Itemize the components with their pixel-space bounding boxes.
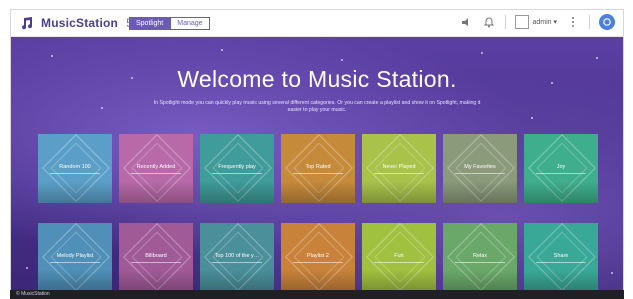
toolbar-divider-2 — [589, 15, 590, 29]
tile-shade — [524, 270, 598, 291]
tile-underline — [293, 173, 343, 174]
tile-underline — [212, 262, 262, 263]
tile-underline — [131, 173, 181, 174]
tile-underline — [293, 262, 343, 263]
tile-underline — [131, 262, 181, 263]
tile-label: Top Rated — [305, 164, 331, 170]
tile-underline — [50, 173, 100, 174]
tile-shade — [281, 270, 355, 291]
tile-shade — [362, 181, 436, 203]
tile-melody-playlist[interactable]: Melody Playlist — [38, 223, 112, 291]
tile-label: Relax — [472, 253, 488, 259]
circle-menu-icon[interactable] — [599, 14, 615, 30]
tile-playlist-2[interactable]: Playlist 2 — [281, 223, 355, 291]
tile-label: Fun — [394, 253, 404, 259]
tile-label: Recently Added — [136, 164, 176, 170]
user-box-icon — [515, 15, 530, 29]
tile-label: Joy — [556, 164, 566, 170]
tile-never-played[interactable]: Never Played — [362, 134, 436, 203]
tile-label: Random 100 — [59, 164, 91, 170]
tile-joy[interactable]: Joy — [524, 134, 598, 203]
tile-label: Melody Playlist — [56, 253, 94, 259]
tile-shade — [119, 270, 193, 291]
speaker-icon[interactable] — [459, 15, 473, 29]
tile-random-100[interactable]: Random 100 — [38, 134, 112, 203]
tile-frequently-play[interactable]: Frequently play — [200, 134, 274, 203]
tile-underline — [374, 262, 424, 263]
tile-shade — [443, 181, 517, 203]
tile-share[interactable]: Share — [524, 223, 598, 291]
music-note-icon — [19, 15, 35, 31]
tile-my-favorites[interactable]: My Favorites — [443, 134, 517, 203]
tile-underline — [536, 173, 586, 174]
tile-recently-added[interactable]: Recently Added — [119, 134, 193, 203]
mode-tabs: Spotlight Manage — [129, 17, 210, 30]
hero-title: Welcome to Music Station. — [177, 66, 457, 92]
tile-label: Playlist 2 — [306, 253, 329, 259]
app-title: MusicStation — [41, 16, 119, 30]
tile-underline — [536, 262, 586, 263]
spotlight-hero: Welcome to Music Station. In Spotlight m… — [11, 37, 623, 291]
tile-label: Share — [553, 253, 569, 259]
tile-shade — [362, 270, 436, 291]
tile-relax[interactable]: Relax — [443, 223, 517, 291]
tab-spotlight[interactable]: Spotlight — [129, 17, 171, 30]
tile-shade — [38, 270, 112, 291]
tile-shade — [524, 181, 598, 203]
footer-text: © MusicStation — [16, 291, 50, 297]
tile-billboard[interactable]: Billboard — [119, 223, 193, 291]
tile-label: Top 100 of the y… — [214, 253, 260, 259]
tile-shade — [281, 181, 355, 203]
tile-underline — [455, 262, 505, 263]
user-name: admin ▾ — [532, 19, 557, 26]
tile-shade — [200, 181, 274, 203]
tile-label: Frequently play — [218, 164, 256, 170]
app-window: MusicStation 5 Spotlight Manage admin ▾ — [10, 9, 624, 292]
top-right-tools: admin ▾ — [459, 14, 615, 30]
tile-label: My Favorites — [464, 164, 496, 170]
tile-underline — [50, 262, 100, 263]
user-menu[interactable]: admin ▾ — [515, 15, 557, 29]
tile-underline — [374, 173, 424, 174]
tile-label: Never Played — [382, 164, 416, 170]
bell-icon[interactable] — [482, 15, 496, 29]
tile-shade — [200, 270, 274, 291]
toolbar-divider — [505, 15, 507, 29]
tile-top-100[interactable]: Top 100 of the y… — [200, 223, 274, 291]
tile-underline — [212, 173, 262, 174]
tile-underline — [455, 173, 505, 174]
tile-shade — [38, 181, 112, 203]
tile-shade — [443, 270, 517, 291]
more-vertical-icon[interactable] — [566, 15, 580, 29]
bottom-strip: © MusicStation — [10, 290, 624, 299]
tab-manage[interactable]: Manage — [170, 17, 210, 30]
tile-fun[interactable]: Fun — [362, 223, 436, 291]
tile-top-rated[interactable]: Top Rated — [281, 134, 355, 203]
tile-shade — [119, 181, 193, 203]
brand[interactable]: MusicStation 5 — [19, 15, 133, 31]
top-bar: MusicStation 5 Spotlight Manage admin ▾ — [11, 10, 623, 37]
hero-description: In Spotlight mode you can quickly play m… — [153, 100, 481, 113]
tile-label: Billboard — [145, 253, 167, 259]
